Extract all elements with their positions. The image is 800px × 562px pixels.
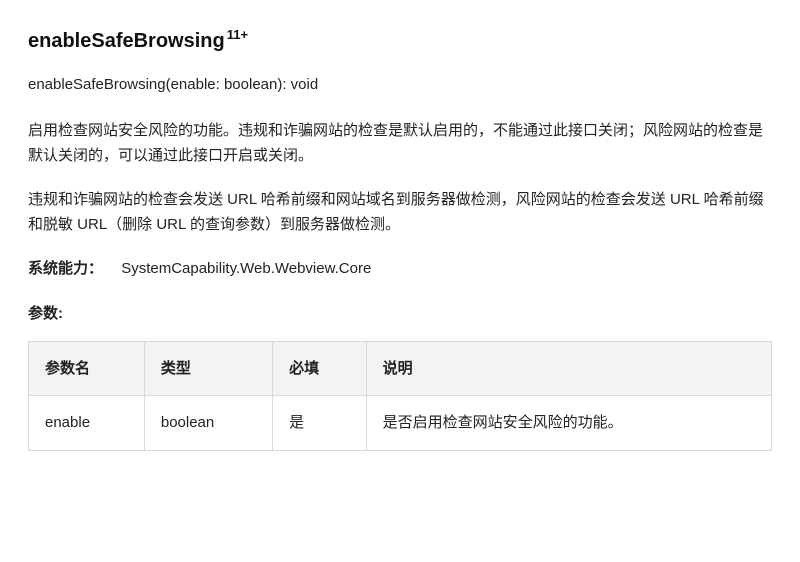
api-signature: enableSafeBrowsing(enable: boolean): voi… bbox=[28, 72, 772, 98]
params-table: 参数名 类型 必填 说明 enable boolean 是 是否启用检查网站安全… bbox=[28, 341, 772, 451]
cell-param-required: 是 bbox=[273, 396, 367, 451]
cell-param-type: boolean bbox=[144, 396, 272, 451]
header-param-type: 类型 bbox=[144, 341, 272, 396]
header-param-required: 必填 bbox=[273, 341, 367, 396]
table-row: enable boolean 是 是否启用检查网站安全风险的功能。 bbox=[29, 396, 772, 451]
api-description-2: 违规和诈骗网站的检查会发送 URL 哈希前缀和网站域名到服务器做检测，风险网站的… bbox=[28, 187, 772, 238]
header-param-description: 说明 bbox=[366, 341, 771, 396]
cell-param-name: enable bbox=[29, 396, 145, 451]
cell-param-description: 是否启用检查网站安全风险的功能。 bbox=[366, 396, 771, 451]
table-header-row: 参数名 类型 必填 说明 bbox=[29, 341, 772, 396]
params-heading: 参数: bbox=[28, 301, 772, 327]
api-version-badge: 11+ bbox=[227, 27, 248, 42]
capability-value: SystemCapability.Web.Webview.Core bbox=[121, 260, 371, 277]
api-title: enableSafeBrowsing11+ bbox=[28, 24, 772, 58]
capability-label: 系统能力： bbox=[28, 260, 103, 277]
api-name: enableSafeBrowsing bbox=[28, 30, 225, 52]
system-capability: 系统能力： SystemCapability.Web.Webview.Core bbox=[28, 256, 772, 282]
api-description-1: 启用检查网站安全风险的功能。违规和诈骗网站的检查是默认启用的，不能通过此接口关闭… bbox=[28, 118, 772, 169]
header-param-name: 参数名 bbox=[29, 341, 145, 396]
